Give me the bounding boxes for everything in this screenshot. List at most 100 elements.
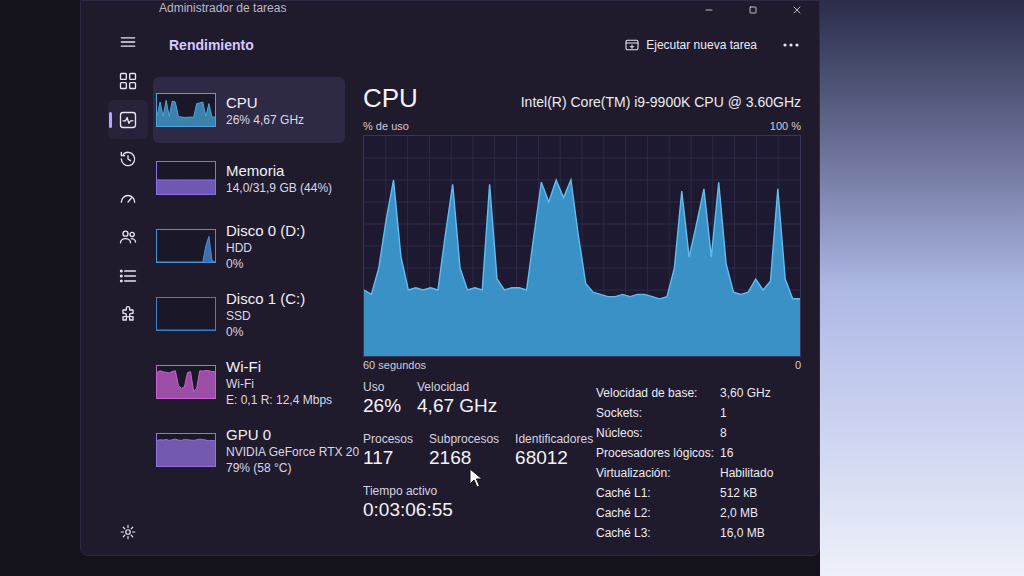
resource-detail: SSD	[226, 308, 305, 324]
maximize-icon	[747, 4, 759, 16]
resource-graph	[156, 161, 216, 195]
axis-max: 100 %	[770, 119, 801, 133]
cpu-stats: Uso26%Velocidad4,67 GHzProcesos117Subpro…	[363, 380, 801, 543]
axis-label: % de uso	[363, 119, 409, 133]
window-body: RendimientoEjecutar nueva tareaCPU26% 4,…	[81, 19, 819, 555]
cpu-panel: CPUIntel(R) Core(TM) i9-9900K CPU @ 3.60…	[363, 77, 801, 555]
cpu-chart	[363, 135, 801, 357]
nav-item[interactable]	[108, 139, 148, 178]
nav-spacer	[81, 334, 153, 512]
time-label: 60 segundos	[363, 358, 426, 372]
page-header: Rendimiento Ejecutar nueva tarea	[153, 19, 819, 71]
run-new-task-label: Ejecutar nueva tarea	[646, 37, 757, 53]
cpu-title-row: CPUIntel(R) Core(TM) i9-9900K CPU @ 3.60…	[363, 77, 801, 113]
stat: Uso26%	[363, 380, 417, 418]
stat-value: 68012	[515, 446, 593, 470]
nav-item[interactable]	[108, 295, 148, 334]
resource-name: Wi-Fi	[226, 357, 332, 376]
resource-detail: 0%	[226, 256, 305, 272]
menu-button[interactable]	[108, 22, 148, 61]
stat-value: 26%	[363, 394, 401, 418]
detail-label: Caché L2:	[596, 503, 720, 523]
resource-detail: 14,0/31,9 GB (44%)	[226, 180, 332, 196]
resource-detail: 0%	[226, 324, 305, 340]
resource-detail: Wi-Fi	[226, 376, 332, 392]
minimize-icon	[703, 4, 715, 16]
resource-name: Disco 1 (C:)	[226, 289, 305, 308]
resource-text: Disco 1 (C:)SSD0%	[226, 289, 305, 340]
close-button[interactable]	[775, 1, 819, 19]
detail-value: 8	[720, 423, 773, 443]
run-new-task-button[interactable]: Ejecutar nueva tarea	[616, 33, 765, 57]
nav-rail	[81, 19, 153, 555]
resource-name: CPU	[226, 93, 304, 112]
detail-value: 3,60 GHz	[720, 383, 773, 403]
desktop-background	[820, 0, 1024, 576]
resource-graph-line	[157, 434, 215, 466]
stat: Tiempo activo0:03:06:55	[363, 484, 469, 522]
resource-detail: 79% (58 °C)	[226, 460, 342, 476]
performance-area: CPU26% 4,67 GHzMemoria14,0/31,9 GB (44%)…	[153, 71, 819, 555]
resource-item[interactable]: Disco 0 (D:)HDD0%	[153, 213, 345, 279]
resource-text: Wi-FiWi-FiE: 0,1 R: 12,4 Mbps	[226, 357, 332, 408]
selection-indicator	[109, 112, 112, 128]
maximize-button[interactable]	[731, 1, 775, 19]
stat-label: Identificadores	[515, 432, 593, 446]
more-button[interactable]	[773, 30, 809, 60]
nav-item[interactable]	[108, 256, 148, 295]
detail-label: Caché L1:	[596, 483, 720, 503]
startup-icon	[118, 188, 138, 208]
nav-item[interactable]	[108, 178, 148, 217]
content: RendimientoEjecutar nueva tareaCPU26% 4,…	[153, 19, 819, 555]
stat-value: 2168	[429, 446, 499, 470]
cpu-model: Intel(R) Core(TM) i9-9900K CPU @ 3.60GHz	[521, 93, 801, 113]
stat-value: 0:03:06:55	[363, 498, 453, 522]
resource-name: GPU 0	[226, 425, 342, 444]
stat: Velocidad4,67 GHz	[417, 380, 513, 418]
nav-item[interactable]	[108, 61, 148, 100]
resource-item[interactable]: CPU26% 4,67 GHz	[153, 77, 345, 143]
detail-label: Velocidad de base:	[596, 383, 720, 403]
stat-value: 4,67 GHz	[417, 394, 497, 418]
resource-graph-line	[157, 298, 215, 330]
resource-detail: HDD	[226, 240, 305, 256]
minimize-button[interactable]	[687, 1, 731, 19]
app-history-icon	[118, 149, 138, 169]
resource-graph-line	[157, 366, 215, 398]
detail-value: 2,0 MB	[720, 503, 773, 523]
resource-name: Memoria	[226, 161, 332, 180]
detail-label: Sockets:	[596, 403, 720, 423]
resource-detail: E: 0,1 R: 12,4 Mbps	[226, 392, 332, 408]
nav-item[interactable]	[108, 217, 148, 256]
detail-label: Núcleos:	[596, 423, 720, 443]
resource-graph	[156, 365, 216, 399]
resource-item[interactable]: Disco 1 (C:)SSD0%	[153, 281, 345, 347]
detail-value: Habilitado	[720, 463, 773, 483]
detail-label: Caché L3:	[596, 523, 720, 543]
resource-detail: NVIDIA GeForce RTX 20	[226, 444, 342, 460]
resource-item[interactable]: Wi-FiWi-FiE: 0,1 R: 12,4 Mbps	[153, 349, 345, 415]
nav-item[interactable]	[108, 100, 148, 139]
stat: Identificadores68012	[515, 432, 609, 470]
more-icon	[782, 42, 800, 48]
chart-bottom-axis: 60 segundos0	[363, 358, 801, 372]
stat-label: Procesos	[363, 432, 413, 446]
resource-item[interactable]: Memoria14,0/31,9 GB (44%)	[153, 145, 345, 211]
menu-icon	[118, 32, 138, 52]
services-icon	[118, 305, 138, 325]
window-title: Administrador de tareas	[81, 1, 286, 15]
page-title: Rendimiento	[169, 36, 254, 54]
detail-value: 1	[720, 403, 773, 423]
stat-row: Tiempo activo0:03:06:55	[363, 484, 596, 522]
resource-detail: 26% 4,67 GHz	[226, 112, 304, 128]
cpu-usage-series	[364, 136, 800, 356]
stat-value: 117	[363, 446, 413, 470]
settings-button[interactable]	[108, 512, 148, 551]
task-manager-window: Administrador de tareas Rendimiento Ejecut…	[80, 0, 820, 556]
resource-item[interactable]: GPU 0NVIDIA GeForce RTX 2079% (58 °C)	[153, 417, 345, 483]
window-controls	[687, 1, 819, 19]
stat-label: Uso	[363, 380, 401, 394]
stat-row: Uso26%Velocidad4,67 GHz	[363, 380, 596, 418]
new-task-icon	[624, 37, 640, 53]
resource-text: GPU 0NVIDIA GeForce RTX 2079% (58 °C)	[226, 425, 342, 476]
